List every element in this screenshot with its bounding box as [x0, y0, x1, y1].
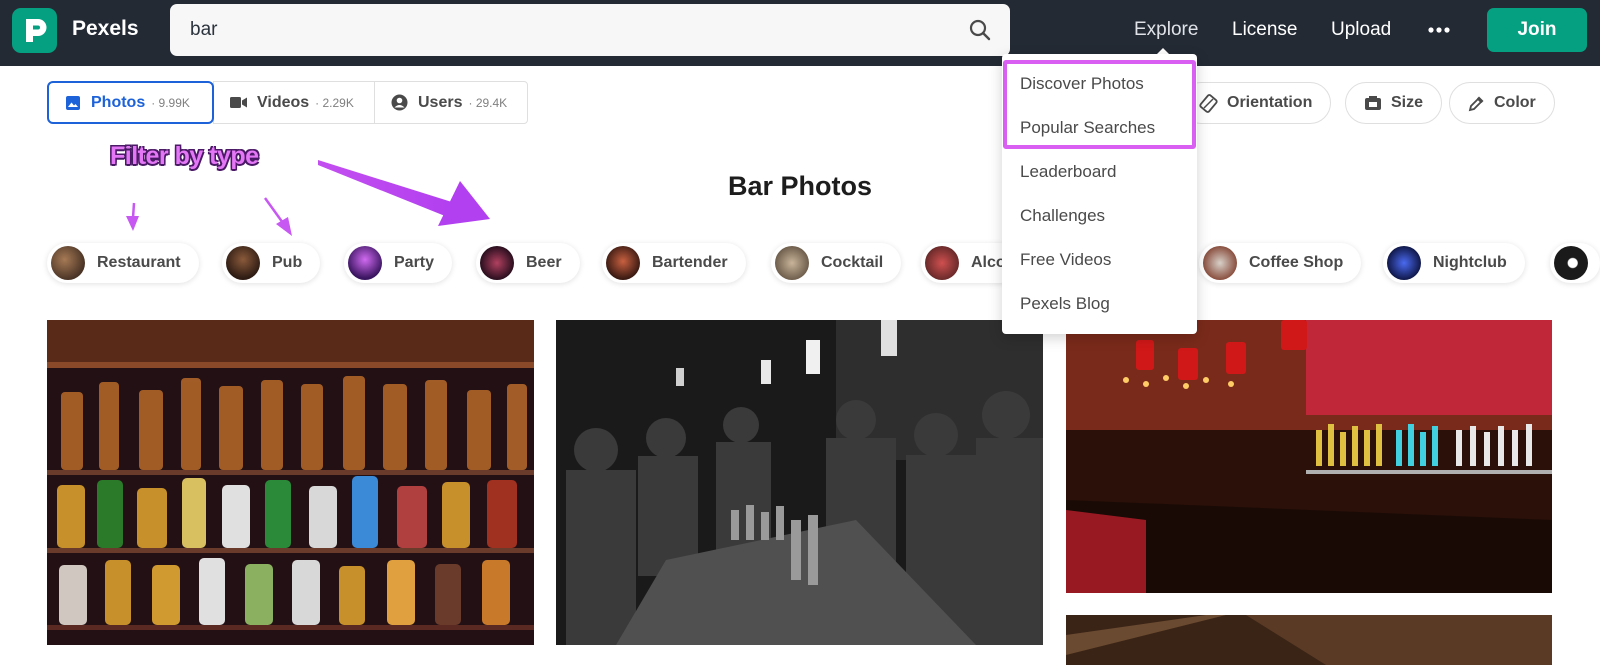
chip-coffee-shop[interactable]: Coffee Shop	[1199, 243, 1362, 283]
chip-label: Pub	[272, 254, 303, 271]
tab-photos-label: Photos	[91, 93, 146, 111]
chip-party[interactable]: Party	[344, 243, 453, 283]
chip-thumbnail	[606, 246, 640, 280]
photo-liquor-shelves	[47, 320, 534, 645]
photo-warm-interior	[1066, 615, 1552, 665]
chip-nightclub[interactable]: Nightclub	[1383, 243, 1525, 283]
menu-item-free-videos[interactable]: Free Videos	[1020, 250, 1111, 270]
chip-label: Coffee Shop	[1249, 254, 1344, 271]
chip-label: Beer	[526, 254, 562, 271]
chip-label: Cocktail	[821, 254, 884, 271]
annotation-arrow-restaurant	[131, 202, 136, 219]
chip-restaurant[interactable]: Restaurant	[47, 243, 199, 283]
chip-cocktail[interactable]: Cocktail	[771, 243, 902, 283]
chip-thumbnail	[226, 246, 260, 280]
tab-photos[interactable]: Photos · 9.99K	[47, 81, 214, 124]
annotation-arrowhead-restaurant	[126, 216, 139, 231]
chip-thumbnail	[1203, 246, 1237, 280]
image-icon	[65, 95, 81, 111]
menu-item-pexels-blog[interactable]: Pexels Blog	[1020, 294, 1110, 314]
menu-item-challenges[interactable]: Challenges	[1020, 206, 1105, 226]
chip-label: Restaurant	[97, 254, 181, 271]
chip-label: Bartender	[652, 254, 728, 271]
photo-card[interactable]	[47, 320, 534, 645]
chip-label: Nightclub	[1433, 254, 1507, 271]
annotation-highlight-box	[1003, 60, 1196, 149]
chip-thumbnail	[925, 246, 959, 280]
page-title: Bar Photos	[727, 171, 873, 201]
annotation-arrow-large	[318, 160, 455, 218]
chip-thumbnail	[51, 246, 85, 280]
chip-thumbnail	[1554, 246, 1588, 280]
tab-photos-count: · 9.99K	[151, 95, 190, 110]
chip-beer[interactable]: Beer	[476, 243, 580, 283]
photo-crowded-bar	[556, 320, 1043, 645]
chip-thumbnail	[1387, 246, 1421, 280]
photo-red-lit-bar	[1066, 320, 1552, 593]
chip-thumbnail	[775, 246, 809, 280]
chip-label: Party	[394, 254, 435, 271]
menu-item-leaderboard[interactable]: Leaderboard	[1020, 162, 1116, 182]
chip-pub[interactable]: Pub	[222, 243, 321, 283]
photo-card[interactable]	[1066, 320, 1552, 593]
chip-next[interactable]	[1550, 243, 1600, 283]
photo-card[interactable]	[1066, 615, 1552, 665]
photo-card[interactable]	[556, 320, 1043, 645]
annotation-arrowhead-pub	[276, 217, 292, 236]
chip-thumbnail	[348, 246, 382, 280]
chip-label: Alco	[971, 254, 1006, 271]
chip-thumbnail	[480, 246, 514, 280]
chip-bartender[interactable]: Bartender	[602, 243, 746, 283]
annotation-arrow-pub	[263, 197, 285, 224]
